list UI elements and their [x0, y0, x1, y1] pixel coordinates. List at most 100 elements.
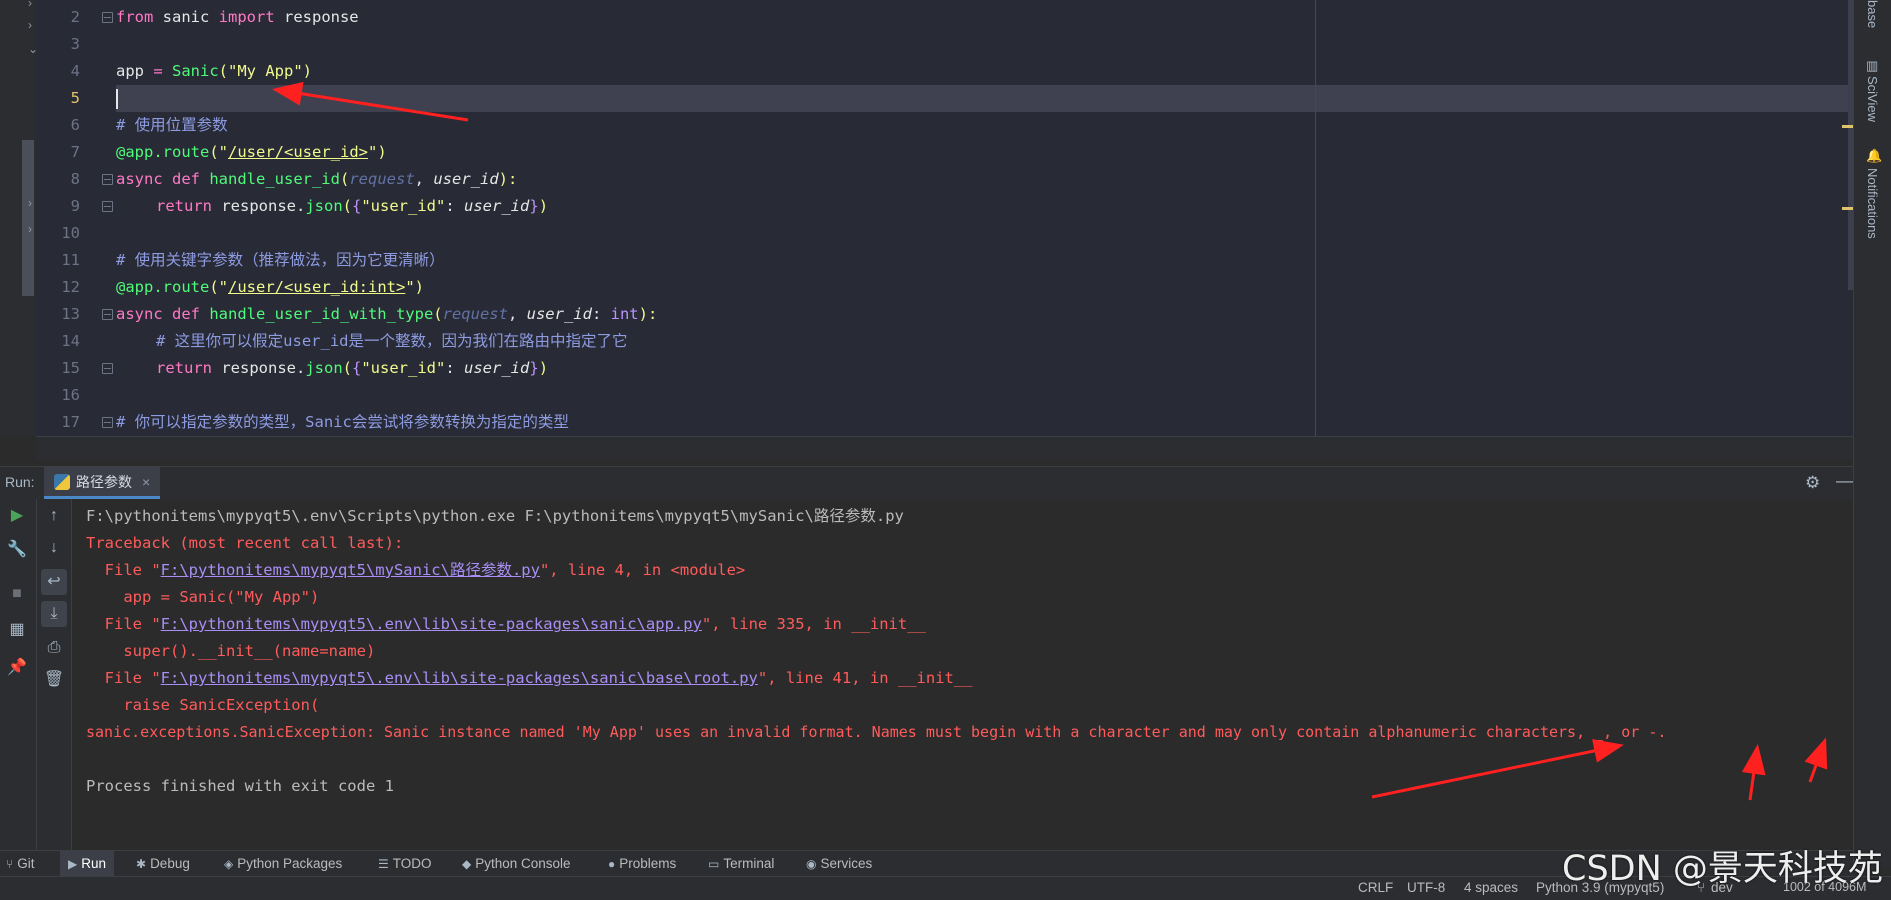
line-number: 9 [70, 197, 80, 215]
text-caret [116, 89, 118, 109]
soft-wrap-icon[interactable]: ↩ [41, 569, 67, 595]
close-icon[interactable]: × [142, 474, 150, 490]
fold-marker[interactable] [102, 417, 113, 428]
console-traceback-frame: File "F:\pythonitems\mypyqt5\.env\lib\si… [86, 669, 973, 687]
code-line-2: from sanic import response [116, 8, 359, 26]
arrow-down-icon[interactable]: ↓ [41, 535, 67, 561]
right-tool-strip: base ▥ SciView 🔔 Notifications [1853, 0, 1891, 869]
bug-icon: ✱ [136, 857, 147, 871]
minimize-icon[interactable]: — [1836, 471, 1853, 491]
arrow-up-icon[interactable]: ↑ [41, 503, 67, 529]
notifications-tool-button[interactable]: Notifications [1865, 168, 1880, 239]
layout-icon[interactable]: ▦ [4, 617, 30, 643]
line-number: 7 [70, 143, 80, 161]
console-traceback-code: raise SanicException( [86, 696, 320, 714]
code-line-7: @app.route("/user/<user_id>") [116, 143, 387, 161]
terminal-icon: ▭ [708, 857, 720, 871]
fold-marker[interactable] [102, 201, 113, 212]
chevron-right-icon[interactable]: › [28, 222, 32, 236]
line-number: 2 [70, 8, 80, 26]
code-line-15: return response.json({"user_id": user_id… [156, 359, 549, 377]
code-line-6: # 使用位置参数 [116, 116, 228, 134]
fold-marker[interactable] [102, 174, 113, 185]
line-separator-widget[interactable]: CRLF [1358, 880, 1393, 895]
tool-python-console[interactable]: ◆ Python Console [462, 851, 571, 877]
info-icon: ● [608, 857, 616, 871]
watermark: CSDN @景天科技苑 [1562, 849, 1883, 889]
line-number: 17 [61, 413, 80, 431]
database-tool-button[interactable]: base [1865, 0, 1880, 28]
line-number: 11 [61, 251, 80, 269]
tool-git[interactable]: ⑂ Git [6, 851, 34, 877]
pin-icon[interactable]: 📌 [4, 655, 30, 681]
line-number: 6 [70, 116, 80, 134]
file-link[interactable]: F:\pythonitems\mypyqt5\mySanic\路径参数.py [161, 561, 540, 579]
tool-terminal[interactable]: ▭ Terminal [708, 851, 774, 877]
file-link[interactable]: F:\pythonitems\mypyqt5\.env\lib\site-pac… [161, 615, 702, 633]
list-icon: ☰ [378, 857, 389, 871]
console-exit-message: Process finished with exit code 1 [86, 777, 394, 795]
fold-marker[interactable] [102, 309, 113, 320]
chevron-right-icon[interactable]: › [28, 18, 32, 32]
line-number: 8 [70, 170, 80, 188]
run-toolbar-primary: ▶ 🔧 ■ ▦ 📌 [0, 499, 37, 850]
line-number: 15 [61, 359, 80, 377]
layers-icon: ◈ [224, 857, 234, 871]
bell-icon: 🔔 [1866, 148, 1883, 163]
file-link[interactable]: F:\pythonitems\mypyqt5\.env\lib\site-pac… [161, 669, 758, 687]
fold-marker[interactable] [102, 363, 113, 374]
tool-python-packages[interactable]: ◈ Python Packages [224, 851, 342, 877]
encoding-widget[interactable]: UTF-8 [1407, 880, 1445, 895]
code-editor[interactable]: › › ⌄ › › 2 3 4 5 6 7 8 9 10 11 12 13 14… [0, 0, 1859, 436]
line-number: 4 [70, 62, 80, 80]
tool-todo[interactable]: ☰ TODO [378, 851, 432, 877]
editor-horizontal-scrollbar[interactable] [36, 436, 1853, 459]
tool-services[interactable]: ◉ Services [806, 851, 872, 877]
line-number: 14 [61, 332, 80, 350]
code-text-area[interactable]: from sanic import response app = Sanic("… [116, 0, 1853, 436]
chevron-down-icon[interactable]: › [28, 0, 32, 10]
run-config-tab[interactable]: 路径参数 × [44, 467, 161, 499]
trash-icon[interactable]: 🗑 [41, 667, 67, 693]
console-command-line: F:\pythonitems\mypyqt5\.env\Scripts\pyth… [86, 507, 904, 525]
scroll-to-end-icon[interactable]: ⤓ [41, 601, 67, 627]
project-scrollbar[interactable] [22, 140, 34, 296]
print-icon[interactable]: ⎙ [41, 635, 67, 661]
project-tool-strip: › › ⌄ › › [0, 0, 38, 436]
line-number-current: 5 [70, 89, 80, 107]
run-panel-header: Run: 路径参数 × ⚙ — [0, 466, 1853, 500]
code-line-8: async def handle_user_id(request, user_i… [116, 170, 518, 188]
code-line-9: return response.json({"user_id": user_id… [156, 197, 549, 215]
code-line-4: app = Sanic("My App") [116, 62, 313, 80]
fold-marker[interactable] [102, 12, 113, 23]
console-traceback-frame: File "F:\pythonitems\mypyqt5\.env\lib\si… [86, 615, 926, 633]
console-traceback-code: super().__init__(name=name) [86, 642, 376, 660]
tool-run[interactable]: ▶ Run [60, 851, 114, 877]
play-icon: ▶ [68, 857, 78, 871]
code-line-14: # 这里你可以假定user_id是一个整数，因为我们在路由中指定了它 [156, 332, 628, 350]
code-line-12: @app.route("/user/<user_id:int>") [116, 278, 425, 296]
tool-debug[interactable]: ✱ Debug [136, 851, 190, 877]
python-file-icon [54, 473, 70, 490]
gear-icon[interactable]: ⚙ [1805, 473, 1820, 493]
code-line-11: # 使用关键字参数（推荐做法，因为它更清晰） [116, 251, 445, 269]
current-line-highlight [116, 85, 1853, 112]
run-toolbar-secondary: ↑ ↓ ↩ ⤓ ⎙ 🗑 [37, 499, 72, 850]
indent-widget[interactable]: 4 spaces [1464, 880, 1518, 895]
run-panel-label: Run: [5, 474, 35, 490]
line-number: 13 [61, 305, 80, 323]
console-traceback-frame: File "F:\pythonitems\mypyqt5\mySanic\路径参… [86, 561, 746, 579]
console-traceback-header: Traceback (most recent call last): [86, 534, 404, 552]
rerun-icon[interactable]: ▶ [4, 503, 30, 529]
run-tab-label: 路径参数 [76, 473, 132, 490]
run-console-output[interactable]: F:\pythonitems\mypyqt5\.env\Scripts\pyth… [72, 499, 1853, 850]
sciview-icon: ▥ [1866, 58, 1879, 73]
tool-problems[interactable]: ● Problems [608, 851, 676, 877]
code-line-17: # 你可以指定参数的类型，Sanic会尝试将参数转换为指定的类型 [116, 413, 569, 431]
wrench-icon[interactable]: 🔧 [4, 537, 30, 563]
stop-icon[interactable]: ■ [4, 581, 30, 607]
code-line-13: async def handle_user_id_with_type(reque… [116, 305, 658, 323]
line-number: 10 [61, 224, 80, 242]
sciview-tool-button[interactable]: SciView [1865, 76, 1880, 122]
chevron-right-icon[interactable]: › [28, 196, 32, 210]
